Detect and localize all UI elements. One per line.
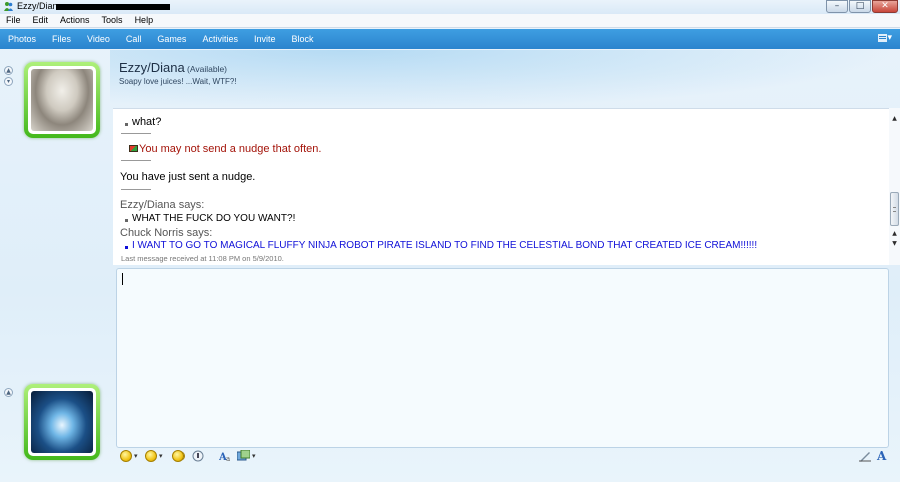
toolbar-call[interactable]: Call xyxy=(118,34,150,44)
message-separator xyxy=(121,133,151,134)
message-bullet xyxy=(125,219,128,222)
wink-dropdown-arrow: ▾ xyxy=(159,452,163,460)
toolbar-activities[interactable]: Activities xyxy=(194,34,246,44)
contact-name[interactable]: Ezzy/Diana xyxy=(119,60,185,75)
wink-button[interactable]: ▾ xyxy=(145,449,163,463)
options-dropdown-arrow: ▾ xyxy=(887,33,892,43)
conversation-history: what? You may not send a nudge that ofte… xyxy=(113,108,889,265)
menu-actions[interactable]: Actions xyxy=(54,14,96,27)
message-text: WHAT THE FUCK DO YOU WANT?! xyxy=(132,213,296,224)
emoticon-button[interactable]: ▾ xyxy=(120,449,138,463)
scroll-thumb[interactable] xyxy=(890,192,899,226)
contact-avatar[interactable] xyxy=(24,62,100,138)
contact-picture-options-button[interactable]: ▾ xyxy=(4,77,13,86)
my-avatar[interactable] xyxy=(24,384,100,460)
wink-icon xyxy=(145,450,157,462)
handwriting-icon xyxy=(859,452,871,462)
emoticon-dropdown-arrow: ▾ xyxy=(134,452,138,460)
toolbar-files[interactable]: Files xyxy=(44,34,79,44)
scroll-down-arrow[interactable]: ▼ xyxy=(889,239,900,248)
background-icon xyxy=(236,449,251,461)
font-button[interactable]: A a xyxy=(218,449,233,463)
title-bar: Ezzy/Diana – □ ✕ xyxy=(0,0,900,14)
conversation-scrollbar[interactable]: ▲ ▲ ▼ xyxy=(889,108,900,265)
formatting-toolbar: ▾ ▾ A a ▾ A xyxy=(116,447,900,465)
maximize-button[interactable]: □ xyxy=(849,0,871,13)
nudge-icon xyxy=(172,450,184,462)
toolbar-block[interactable]: Block xyxy=(283,34,321,44)
my-avatar-image xyxy=(31,391,93,453)
contact-personal-message: Soapy love juices! ...Wait, WTF?! xyxy=(119,77,237,86)
redacted-email xyxy=(56,4,170,10)
background-dropdown-arrow: ▾ xyxy=(252,452,256,460)
message-separator xyxy=(121,160,151,161)
text-format-icon[interactable]: A xyxy=(877,449,886,463)
message-separator xyxy=(121,189,151,190)
nudge-button[interactable] xyxy=(172,449,184,463)
voice-clip-icon xyxy=(192,450,204,462)
nudge-sent-notice: You have just sent a nudge. xyxy=(120,171,256,183)
nudge-warning: You may not send a nudge that often. xyxy=(139,143,322,155)
toolbar-invite[interactable]: Invite xyxy=(246,34,284,44)
text-caret xyxy=(122,273,123,285)
action-toolbar: Photos Files Video Call Games Activities… xyxy=(0,29,900,49)
menu-file[interactable]: File xyxy=(0,14,27,27)
collapse-my-picture-button[interactable]: ▲ xyxy=(4,388,13,397)
message-text: what? xyxy=(132,116,162,128)
scroll-up-arrow[interactable]: ▲ xyxy=(889,114,900,123)
contact-status: (Available) xyxy=(187,64,228,74)
menu-help[interactable]: Help xyxy=(129,14,160,27)
messenger-icon xyxy=(4,2,13,11)
menu-edit[interactable]: Edit xyxy=(27,14,55,27)
toolbar-options-button[interactable]: ▾ xyxy=(878,33,892,43)
font-icon: A a xyxy=(218,452,230,463)
message-text: I WANT TO GO TO MAGICAL FLUFFY NINJA ROB… xyxy=(132,240,758,251)
svg-text:a: a xyxy=(226,455,230,462)
message-input[interactable] xyxy=(116,268,889,448)
sender-label: Ezzy/Diana says: xyxy=(120,199,205,211)
toolbar-photos[interactable]: Photos xyxy=(0,34,44,44)
close-button[interactable]: ✕ xyxy=(872,0,898,13)
emoticon-icon xyxy=(120,450,132,462)
scroll-down-arrow[interactable]: ▲ xyxy=(889,229,900,238)
sender-label: Chuck Norris says: xyxy=(120,227,213,239)
message-bullet xyxy=(125,123,128,126)
envelope-icon xyxy=(129,145,138,152)
menu-tools[interactable]: Tools xyxy=(96,14,129,27)
last-message-timestamp: Last message received at 11:08 PM on 5/9… xyxy=(121,254,284,263)
menu-bar: File Edit Actions Tools Help xyxy=(0,14,900,28)
background-button[interactable]: ▾ xyxy=(236,449,256,463)
message-bullet xyxy=(125,246,128,249)
toolbar-games[interactable]: Games xyxy=(149,34,194,44)
contact-avatar-image xyxy=(31,69,93,131)
minimize-button[interactable]: – xyxy=(826,0,848,13)
voice-clip-button[interactable] xyxy=(192,449,204,463)
handwriting-button[interactable] xyxy=(859,449,871,463)
toolbar-video[interactable]: Video xyxy=(79,34,118,44)
collapse-contact-picture-button[interactable]: ▲ xyxy=(4,66,13,75)
